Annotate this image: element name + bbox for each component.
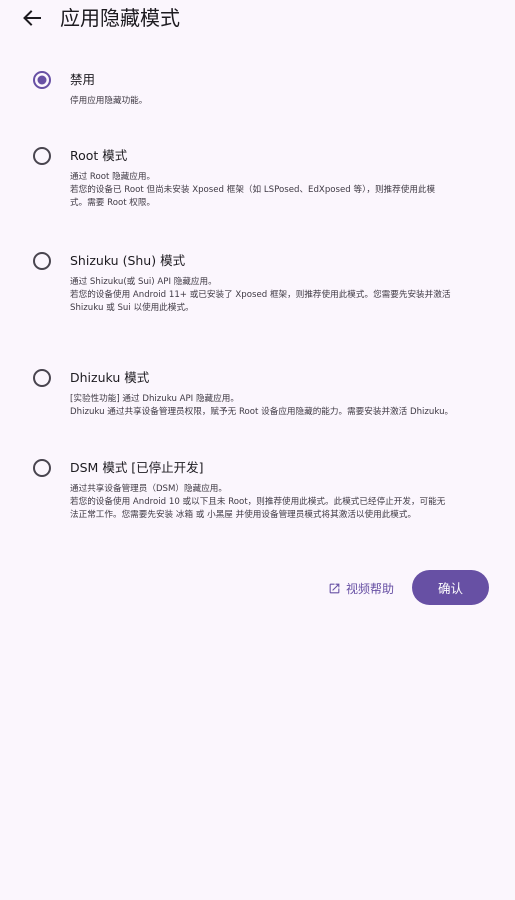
radio-shizuku[interactable] — [32, 251, 52, 271]
option-desc-line: 若您的设备使用 Android 11+ 或已安装了 Xposed 框架，则推荐使… — [70, 290, 451, 300]
option-desc-line: 法正常工作。您需要先安装 冰箱 或 小黑屋 并使用设备管理员模式将其激活以使用此… — [70, 510, 417, 520]
page-title: 应用隐藏模式 — [60, 6, 180, 30]
option-description: 通过 Shizuku(或 Sui) API 隐藏应用。 若您的设备使用 Andr… — [70, 276, 498, 315]
option-desc-line: 通过 Shizuku(或 Sui) API 隐藏应用。 — [70, 277, 217, 287]
video-help-label: 视频帮助 — [346, 581, 395, 596]
radio-disabled[interactable] — [32, 70, 52, 90]
radio-dhizuku[interactable] — [32, 368, 52, 388]
option-title: Dhizuku 模式 — [70, 370, 150, 385]
top-app-bar: 应用隐藏模式 — [0, 0, 515, 38]
option-description: 停用应用隐藏功能。 — [70, 95, 498, 108]
option-desc-line: Shizuku 或 Sui 以使用此模式。 — [70, 303, 194, 313]
radio-selected-icon — [33, 71, 51, 89]
option-description: 通过共享设备管理员（DSM）隐藏应用。 若您的设备使用 Android 10 或… — [70, 483, 498, 522]
radio-unselected-icon — [33, 147, 51, 165]
radio-root[interactable] — [32, 146, 52, 166]
arrow-left-icon — [23, 10, 41, 26]
back-button[interactable] — [20, 6, 44, 30]
option-desc-line: Dhizuku 通过共享设备管理员权限，赋予无 Root 设备应用隐藏的能力。需… — [70, 407, 454, 417]
option-desc-line: [实验性功能] 通过 Dhizuku API 隐藏应用。 — [70, 394, 239, 404]
option-title: Root 模式 — [70, 148, 128, 163]
confirm-button[interactable]: 确认 — [412, 570, 489, 605]
video-help-link[interactable]: 视频帮助 — [328, 578, 394, 598]
option-desc-line: 若您的设备使用 Android 10 或以下且未 Root，则推荐使用此模式。此… — [70, 497, 446, 507]
option-desc-line: 若您的设备已 Root 但尚未安装 Xposed 框架（如 LSPosed、Ed… — [70, 185, 436, 195]
option-title: DSM 模式 [已停止开发] — [70, 460, 204, 475]
option-description: 通过 Root 隐藏应用。 若您的设备已 Root 但尚未安装 Xposed 框… — [70, 171, 498, 210]
option-desc-line: 通过 Root 隐藏应用。 — [70, 172, 156, 182]
option-desc-line: 通过共享设备管理员（DSM）隐藏应用。 — [70, 484, 227, 494]
open-external-icon — [329, 583, 340, 593]
option-title: 禁用 — [70, 72, 96, 87]
option-description: [实验性功能] 通过 Dhizuku API 隐藏应用。 Dhizuku 通过共… — [70, 393, 498, 419]
radio-unselected-icon — [33, 459, 51, 477]
option-desc-line: 式。需要 Root 权限。 — [70, 198, 156, 208]
radio-dsm[interactable] — [32, 458, 52, 478]
radio-unselected-icon — [33, 252, 51, 270]
option-title: Shizuku (Shu) 模式 — [70, 253, 186, 268]
option-desc-line: 停用应用隐藏功能。 — [70, 96, 148, 106]
radio-unselected-icon — [33, 369, 51, 387]
